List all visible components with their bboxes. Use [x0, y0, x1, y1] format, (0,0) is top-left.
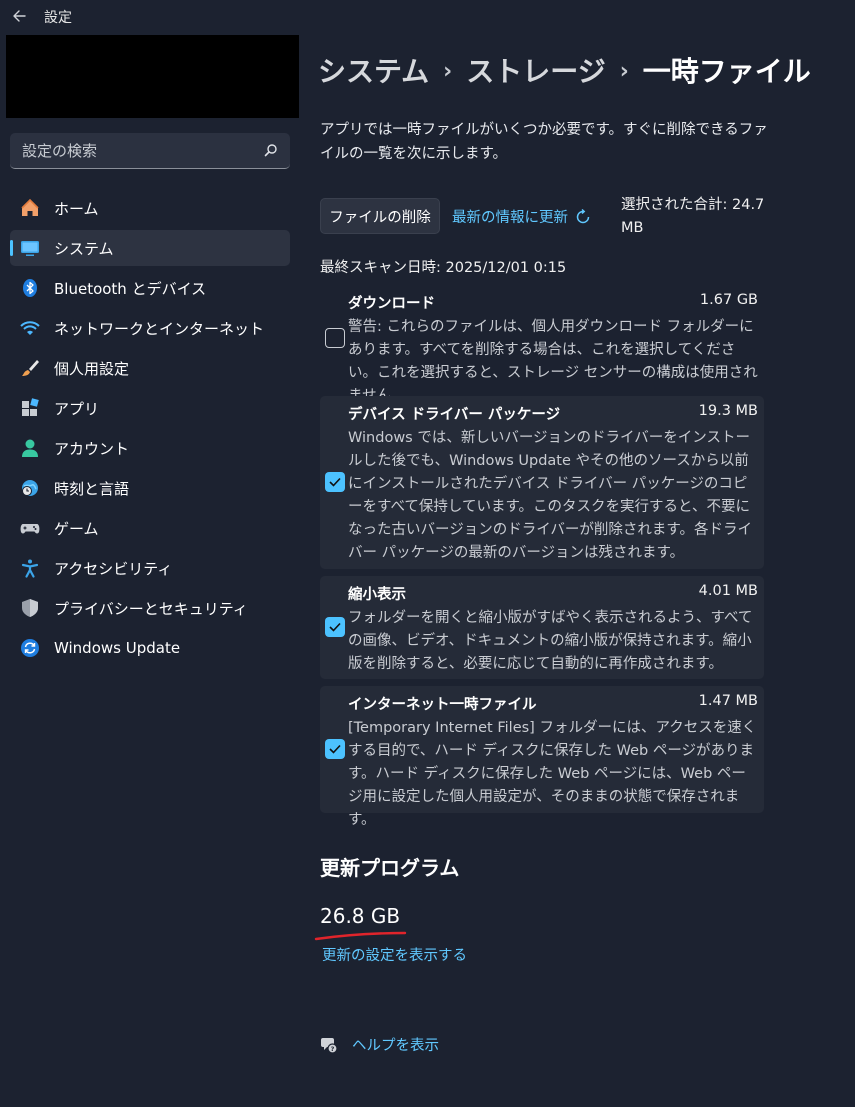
sidebar-item-bluetooth[interactable]: Bluetooth とデバイス — [10, 270, 290, 306]
item-name: デバイス ドライバー パッケージ — [348, 407, 561, 423]
updates-heading: 更新プログラム — [320, 856, 460, 880]
checkmark-icon — [329, 622, 341, 632]
sidebar-item-system[interactable]: システム — [10, 230, 290, 266]
item-size: 1.67 GB — [699, 292, 758, 308]
driver-packages-checkbox[interactable] — [325, 472, 345, 492]
globe-clock-icon — [22, 480, 38, 496]
sidebar-item-label: Bluetooth とデバイス — [54, 279, 207, 298]
downloads-checkbox[interactable] — [325, 328, 345, 348]
sidebar-item-label: アカウント — [54, 439, 130, 458]
wifi-icon — [20, 321, 40, 335]
sidebar-item-label: システム — [54, 239, 114, 258]
help-chat-icon: ? — [321, 1037, 338, 1054]
breadcrumb: システム › ストレージ › 一時ファイル — [318, 50, 811, 90]
item-size: 19.3 MB — [698, 403, 758, 419]
sidebar-item-gaming[interactable]: ゲーム — [10, 510, 290, 546]
title-bar: 設定 — [0, 0, 855, 32]
sidebar-item-label: プライバシーとセキュリティ — [54, 599, 248, 618]
item-size: 4.01 MB — [698, 583, 758, 599]
sidebar-item-label: アプリ — [54, 399, 100, 418]
sidebar-item-home[interactable]: ホーム — [10, 190, 290, 226]
sidebar-item-label: アクセシビリティ — [54, 559, 173, 578]
breadcrumb-storage[interactable]: ストレージ — [466, 55, 605, 88]
item-description: [Temporary Internet Files] フォルダーには、アクセスを… — [348, 720, 757, 828]
file-item-downloads[interactable]: ダウンロード 1.67 GB 警告: これらのファイルは、個人用ダウンロード フ… — [320, 285, 764, 404]
refresh-link-label: 最新の情報に更新 — [452, 210, 568, 226]
file-item-driver-packages[interactable]: デバイス ドライバー パッケージ 19.3 MB Windows では、新しいバ… — [320, 396, 764, 569]
sidebar-item-accessibility[interactable]: アクセシビリティ — [10, 550, 290, 586]
sidebar-item-label: 時刻と言語 — [54, 479, 130, 498]
search-box[interactable] — [10, 133, 290, 169]
item-size: 1.47 MB — [698, 693, 758, 709]
search-icon[interactable] — [264, 143, 278, 157]
sidebar-item-label: ゲーム — [54, 519, 99, 538]
temporary-internet-files-checkbox[interactable] — [325, 739, 345, 759]
breadcrumb-separator: › — [619, 59, 629, 84]
breadcrumb-separator: › — [443, 59, 453, 84]
back-arrow-icon — [13, 10, 26, 22]
item-description: 警告: これらのファイルは、個人用ダウンロード フォルダーにあります。すべてを削… — [348, 319, 758, 404]
delete-files-button[interactable]: ファイルの削除 — [320, 198, 440, 234]
person-icon — [22, 439, 38, 457]
sidebar-nav: ホーム システム Bluetooth とデバイス ネットワークとインターネット … — [10, 190, 290, 670]
red-underline-annotation — [314, 931, 407, 941]
accessibility-icon — [21, 559, 39, 578]
last-scan-time: 最終スキャン日時: 2025/12/01 0:15 — [320, 260, 567, 276]
checkmark-icon — [329, 477, 341, 487]
gamepad-icon — [20, 524, 40, 534]
brush-icon — [22, 360, 39, 376]
sidebar-item-network[interactable]: ネットワークとインターネット — [10, 310, 290, 346]
shield-icon — [22, 599, 38, 617]
sidebar-item-label: ネットワークとインターネット — [54, 319, 265, 338]
sidebar-item-label: ホーム — [54, 199, 99, 218]
home-icon — [21, 198, 39, 216]
update-settings-link[interactable]: 更新の設定を表示する — [322, 944, 467, 965]
checkmark-icon — [329, 744, 341, 754]
monitor-icon — [21, 241, 39, 256]
refresh-link[interactable]: 最新の情報に更新 — [452, 206, 592, 227]
back-button[interactable] — [10, 6, 30, 26]
sync-icon — [21, 639, 39, 657]
bluetooth-icon — [23, 279, 37, 297]
sidebar-item-accounts[interactable]: アカウント — [10, 430, 290, 466]
updates-size: 26.8 GB — [320, 904, 401, 928]
item-name: ダウンロード — [348, 296, 435, 312]
sidebar-item-windows-update[interactable]: Windows Update — [10, 630, 290, 666]
apps-icon — [22, 398, 39, 416]
search-input[interactable] — [10, 133, 290, 168]
file-item-thumbnails[interactable]: 縮小表示 4.01 MB フォルダーを開くと縮小版がすばやく表示されるよう、すべ… — [320, 576, 764, 679]
page-title: 一時ファイル — [642, 55, 811, 88]
account-profile-block[interactable] — [6, 35, 299, 118]
page-description: アプリでは一時ファイルがいくつか必要です。すぐに削除できるファイルの一覧を次に示… — [320, 122, 768, 162]
item-description: フォルダーを開くと縮小版がすばやく表示されるよう、すべての画像、ビデオ、ドキュメ… — [348, 610, 753, 672]
thumbnails-checkbox[interactable] — [325, 617, 345, 637]
breadcrumb-system[interactable]: システム — [318, 55, 429, 88]
help-row[interactable]: ? ヘルプを表示 — [320, 1034, 439, 1055]
help-link[interactable]: ヘルプを表示 — [352, 1034, 439, 1055]
sidebar-item-label: 個人用設定 — [54, 359, 130, 378]
item-name: インターネット一時ファイル — [348, 697, 537, 713]
sidebar-item-apps[interactable]: アプリ — [10, 390, 290, 426]
svg-text:?: ? — [331, 1045, 335, 1053]
item-name: 縮小表示 — [348, 587, 406, 603]
sidebar-item-label: Windows Update — [54, 639, 181, 657]
refresh-icon — [576, 208, 590, 223]
item-description: Windows では、新しいバージョンのドライバーをインストールした後でも、Wi… — [348, 430, 752, 561]
sidebar-item-privacy[interactable]: プライバシーとセキュリティ — [10, 590, 290, 626]
window-title: 設定 — [44, 10, 72, 26]
sidebar-item-time-language[interactable]: 時刻と言語 — [10, 470, 290, 506]
selected-total: 選択された合計: 24.7 MB — [621, 197, 765, 236]
file-item-temporary-internet-files[interactable]: インターネット一時ファイル 1.47 MB [Temporary Interne… — [320, 686, 764, 828]
sidebar-item-personalization[interactable]: 個人用設定 — [10, 350, 290, 386]
